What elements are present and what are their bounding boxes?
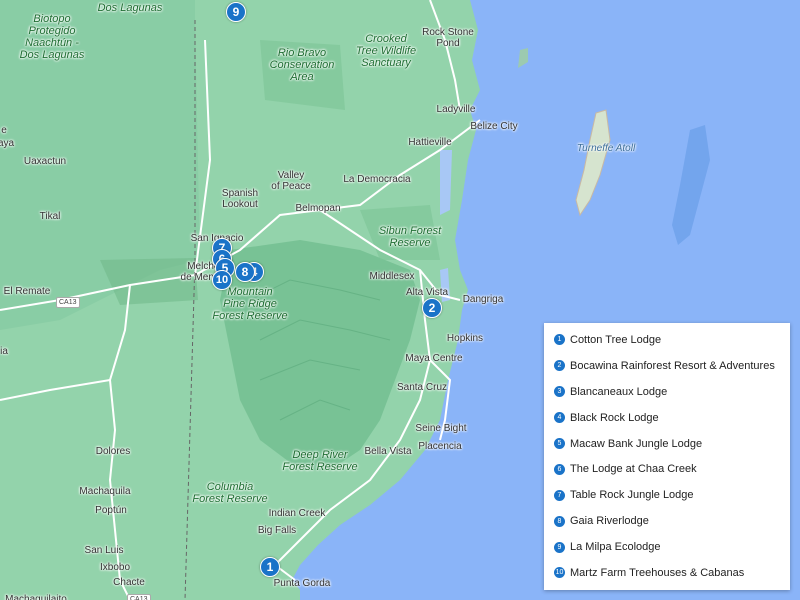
place-label: Rio Bravo Conservation Area bbox=[269, 47, 335, 83]
place-label: Valley of Peace bbox=[271, 170, 311, 192]
place-label: Santa Cruz bbox=[396, 382, 448, 393]
legend-marker-icon: 4 bbox=[554, 412, 565, 424]
legend-item-label: Macaw Bank Jungle Lodge bbox=[570, 437, 703, 450]
legend-item-9[interactable]: 9 La Milpa Ecolodge bbox=[544, 534, 790, 560]
place-label: Dangriga bbox=[462, 294, 504, 305]
legend-item-label: Table Rock Jungle Lodge bbox=[570, 489, 694, 502]
place-label: El Remate bbox=[3, 286, 51, 297]
place-label: Middlesex bbox=[369, 271, 415, 282]
place-label: Deep River Forest Reserve bbox=[282, 449, 358, 473]
map-marker-9[interactable]: 9 bbox=[226, 2, 246, 22]
legend-item-label: Blancaneaux Lodge bbox=[570, 385, 668, 398]
place-label: Big Falls bbox=[257, 525, 297, 536]
legend-item-label: Gaia Riverlodge bbox=[570, 515, 649, 528]
place-label: Biotopo Protegido Naachtún - Dos Lagunas bbox=[19, 13, 85, 61]
map-canvas[interactable]: Biotopo Protegido Naachtún - Dos Lagunas… bbox=[0, 0, 800, 600]
legend-item-label: Bocawina Rainforest Resort & Adventures bbox=[570, 359, 775, 372]
place-label: Belmopan bbox=[295, 203, 341, 214]
place-label: Rock Stone Pond bbox=[422, 27, 474, 49]
place-label: Maya Centre bbox=[405, 353, 463, 364]
map-marker-1[interactable]: 1 bbox=[260, 557, 280, 577]
place-label: Belize City bbox=[470, 121, 518, 132]
legend-item-5[interactable]: 5 Macaw Bank Jungle Lodge bbox=[544, 431, 790, 457]
place-label: Mountain Pine Ridge Forest Reserve bbox=[212, 286, 288, 322]
place-label: Uaxactun bbox=[23, 156, 67, 167]
map-marker-10[interactable]: 10 bbox=[212, 270, 232, 290]
road-shield: CA13 bbox=[127, 594, 151, 600]
legend-item-4[interactable]: 4 Black Rock Lodge bbox=[544, 405, 790, 431]
legend-marker-icon: 1 bbox=[554, 334, 565, 346]
legend-marker-icon: 7 bbox=[554, 489, 565, 501]
place-label: Chacte bbox=[113, 577, 145, 588]
place-label: Ladyville bbox=[436, 104, 476, 115]
legend-marker-icon: 9 bbox=[554, 541, 565, 553]
legend-item-6[interactable]: 6 The Lodge at Chaa Creek bbox=[544, 456, 790, 482]
place-label: aya bbox=[0, 138, 15, 149]
legend-item-10[interactable]: 10 Martz Farm Treehouses & Cabanas bbox=[544, 560, 790, 586]
place-label: La Democracia bbox=[343, 174, 411, 185]
legend-item-label: Cotton Tree Lodge bbox=[570, 333, 662, 346]
legend-item-label: La Milpa Ecolodge bbox=[570, 541, 661, 554]
legend-list: 1 Cotton Tree Lodge 2 Bocawina Rainforest R… bbox=[544, 327, 790, 586]
place-label: Crooked Tree Wildlife Sanctuary bbox=[355, 33, 417, 69]
legend-item-label: The Lodge at Chaa Creek bbox=[570, 463, 697, 476]
place-label: e bbox=[1, 125, 7, 136]
legend-item-label: Martz Farm Treehouses & Cabanas bbox=[570, 566, 745, 579]
place-label: Placencia bbox=[418, 441, 462, 452]
legend-panel: 1 Cotton Tree Lodge 2 Bocawina Rainforest R… bbox=[544, 323, 790, 590]
place-label: Columbia Forest Reserve bbox=[192, 481, 268, 505]
map-marker-8[interactable]: 8 bbox=[235, 262, 255, 282]
legend-marker-icon: 10 bbox=[554, 567, 565, 579]
place-label: Punta Gorda bbox=[273, 578, 331, 589]
place-label: San Luis bbox=[84, 545, 124, 556]
legend-marker-icon: 8 bbox=[554, 515, 565, 527]
place-label: Dolores bbox=[95, 446, 131, 457]
legend-item-7[interactable]: 7 Table Rock Jungle Lodge bbox=[544, 482, 790, 508]
place-label: Machaquila bbox=[79, 486, 131, 497]
legend-marker-icon: 6 bbox=[554, 463, 565, 475]
place-label: Hattieville bbox=[408, 137, 452, 148]
road-shield: CA13 bbox=[56, 297, 80, 308]
place-label: ia bbox=[0, 346, 8, 357]
place-label: Spanish Lookout bbox=[221, 188, 259, 210]
place-label: Ixbobo bbox=[99, 562, 131, 573]
place-label: Indian Creek bbox=[268, 508, 326, 519]
place-label: Dos Lagunas bbox=[97, 2, 163, 14]
legend-item-3[interactable]: 3 Blancaneaux Lodge bbox=[544, 379, 790, 405]
legend-marker-icon: 5 bbox=[554, 438, 565, 449]
place-label: Turneffe Atoll bbox=[576, 143, 636, 154]
place-label: Hopkins bbox=[446, 333, 484, 344]
legend-item-1[interactable]: 1 Cotton Tree Lodge bbox=[544, 327, 790, 353]
legend-marker-icon: 2 bbox=[554, 360, 565, 372]
place-label: Alta Vista bbox=[405, 287, 449, 298]
legend-item-label: Black Rock Lodge bbox=[570, 411, 659, 424]
place-label: Bella Vista bbox=[364, 446, 412, 457]
place-label: Tikal bbox=[39, 211, 61, 222]
place-label: Seine Bight bbox=[415, 423, 467, 434]
place-label: Sibun Forest Reserve bbox=[378, 225, 442, 249]
place-label: Poptún bbox=[95, 505, 127, 516]
place-label: Machaquilaito bbox=[5, 594, 67, 600]
legend-item-8[interactable]: 8 Gaia Riverlodge bbox=[544, 508, 790, 534]
legend-item-2[interactable]: 2 Bocawina Rainforest Resort & Adventures bbox=[544, 353, 790, 379]
map-marker-2[interactable]: 2 bbox=[422, 298, 442, 318]
legend-marker-icon: 3 bbox=[554, 386, 565, 398]
